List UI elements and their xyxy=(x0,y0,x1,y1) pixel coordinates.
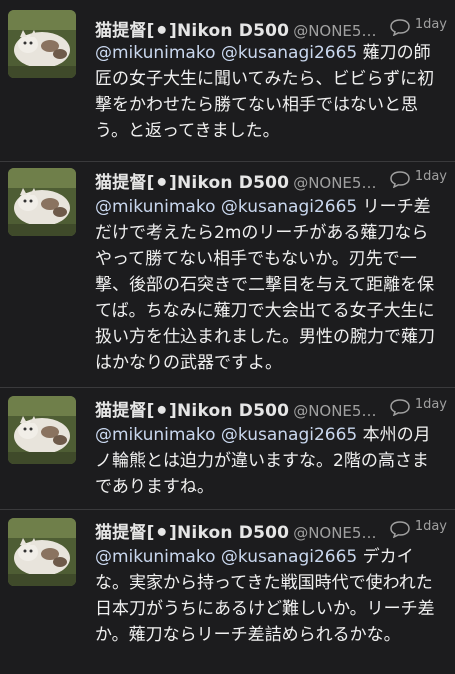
display-name[interactable]: 猫提督[⚫]Nikon D500 xyxy=(95,173,289,192)
display-name[interactable]: 猫提督[⚫]Nikon D500 xyxy=(95,523,289,542)
timeline: 猫提督[⚫]Nikon D500 @NONE5… 1day @mikunimako… xyxy=(0,0,455,674)
cat-photo-icon xyxy=(8,396,76,464)
timestamp: 1day xyxy=(414,519,447,534)
tweet-body: リーチ差だけで考えたら2mのリーチがある薙刀ならやって勝てない相手でもないか。刃… xyxy=(95,197,435,373)
avatar[interactable] xyxy=(8,396,76,464)
tweet-4[interactable]: 猫提督[⚫]Nikon D500 @NONE5… 1day @mikunimako… xyxy=(0,510,455,674)
tweet-2[interactable]: 猫提督[⚫]Nikon D500 @NONE5… 1day @mikunimako… xyxy=(0,162,455,388)
mentions[interactable]: @mikunimako @kusanagi2665 xyxy=(95,43,357,63)
timestamp: 1day xyxy=(414,397,447,412)
tweet-text: @mikunimako @kusanagi2665 本州の月ノ輪熊とは迫力が違い… xyxy=(95,422,445,500)
display-name[interactable]: 猫提督[⚫]Nikon D500 xyxy=(95,21,289,40)
cat-photo-icon xyxy=(8,10,76,78)
speech-bubble-icon[interactable] xyxy=(389,18,411,36)
avatar[interactable] xyxy=(8,168,76,236)
tweet-text: @mikunimako @kusanagi2665 薙刀の師匠の女子大生に聞いて… xyxy=(95,40,445,144)
cat-photo-icon xyxy=(8,518,76,586)
tweet-text: @mikunimako @kusanagi2665 デカイな。実家から持ってきた… xyxy=(95,544,445,648)
speech-bubble-icon[interactable] xyxy=(389,520,411,538)
mentions[interactable]: @mikunimako @kusanagi2665 xyxy=(95,547,357,567)
mentions[interactable]: @mikunimako @kusanagi2665 xyxy=(95,197,357,217)
timestamp: 1day xyxy=(414,169,447,184)
tweet-1[interactable]: 猫提督[⚫]Nikon D500 @NONE5… 1day @mikunimako… xyxy=(0,0,455,162)
timestamp: 1day xyxy=(414,17,447,32)
user-handle[interactable]: @NONE5… xyxy=(293,174,376,192)
mentions[interactable]: @mikunimako @kusanagi2665 xyxy=(95,425,357,445)
user-handle[interactable]: @NONE5… xyxy=(293,402,376,420)
user-handle[interactable]: @NONE5… xyxy=(293,524,376,542)
display-name[interactable]: 猫提督[⚫]Nikon D500 xyxy=(95,401,289,420)
speech-bubble-icon[interactable] xyxy=(389,398,411,416)
tweet-text: @mikunimako @kusanagi2665 リーチ差だけで考えたら2mの… xyxy=(95,194,445,376)
tweet-3[interactable]: 猫提督[⚫]Nikon D500 @NONE5… 1day @mikunimako… xyxy=(0,388,455,510)
cat-photo-icon xyxy=(8,168,76,236)
avatar[interactable] xyxy=(8,10,76,78)
avatar[interactable] xyxy=(8,518,76,586)
user-handle[interactable]: @NONE5… xyxy=(293,22,376,40)
speech-bubble-icon[interactable] xyxy=(389,170,411,188)
